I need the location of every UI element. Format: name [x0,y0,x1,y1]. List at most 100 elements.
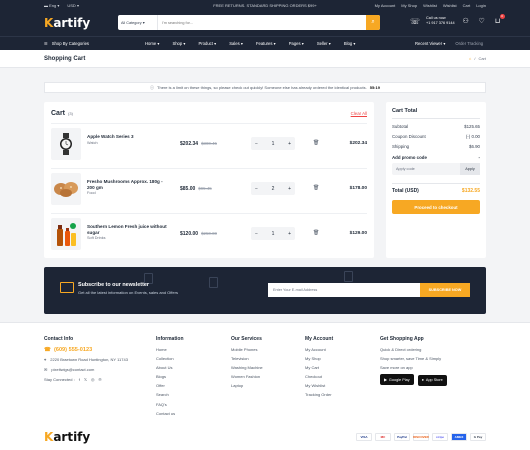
facebook-icon[interactable]: f [79,377,80,382]
nav-sales[interactable]: Sales ▾ [229,41,243,46]
nav-pages[interactable]: Pages ▾ [289,41,304,46]
checkout-button[interactable]: Proceed to checkout [392,200,480,214]
promo-code-input[interactable]: Apply code [392,163,460,175]
nav-product[interactable]: Product ▾ [198,41,216,46]
clear-all-link[interactable]: Clear All [351,111,367,116]
decrease-button[interactable]: − [255,186,258,192]
top-link-cart[interactable]: Cart [463,3,471,8]
search-input[interactable] [158,20,366,25]
envelope-icon [60,282,74,293]
product-image-mushrooms[interactable] [51,173,81,205]
user-icon[interactable]: ⚇ [461,16,471,26]
home-icon[interactable]: ⌂ [469,56,471,61]
stripe-icon: stripe [432,433,448,441]
top-link-shop[interactable]: My Shop [401,3,417,8]
increase-button[interactable]: + [288,231,291,237]
line-total: $178.00 [349,186,367,191]
total-line: Total (USD) $132.55 [392,183,480,194]
cart-heading: Cart (3) [51,110,73,117]
footer-link[interactable]: Offer [156,383,184,388]
logo[interactable]: Kartify [44,16,90,30]
nav-blog[interactable]: Blog ▾ [344,41,356,46]
cart-count: (3) [68,111,73,116]
shop-by-categories[interactable]: ☰ Shop By Categories [44,41,89,46]
cart-icon[interactable]: ⊔ 0 [493,14,505,26]
nav-features[interactable]: Features ▾ [256,41,276,46]
header: Kartify All Category ▾ ⌕ ☏ Call us now +… [0,10,530,36]
footer-link[interactable]: Contact us [156,411,184,416]
quantity-value[interactable]: 1 [272,231,275,237]
footer-link[interactable]: Search [156,392,184,397]
app-store-button[interactable]: ● App Store [417,374,447,386]
footer-link[interactable]: Blogs [156,374,184,379]
product-name[interactable]: Fresho Mushrooms Approx. 180g - 200 gm [87,179,163,190]
decrease-button[interactable]: − [255,141,258,147]
top-bar: ▬ Eng ▾ USD ▾ FREE RETURNS. STANDARD SHI… [0,0,530,10]
cart-total-title: Cart Total [392,108,480,119]
product-name[interactable]: Southern Lemon Fresh juice without sugar [87,224,167,235]
decrease-button[interactable]: − [255,231,258,237]
increase-button[interactable]: + [288,141,291,147]
nav-home[interactable]: Home ▾ [145,41,159,46]
footer-link[interactable]: My Cart [305,365,333,370]
apply-button[interactable]: Apply [460,163,480,175]
discover-icon: DISCOVER [413,433,429,441]
top-link-account[interactable]: My Account [375,3,396,8]
product-image-juice[interactable] [51,218,81,250]
quantity-stepper: − 1 + [251,137,295,150]
currency-selector[interactable]: USD ▾ [67,3,79,8]
newsletter-title: Subscribe to our newsletter [78,282,149,288]
email-field[interactable]: Enter Your E-mail Address [268,283,420,297]
quantity-value[interactable]: 2 [272,186,275,192]
heart-icon[interactable]: ♡ [477,16,487,26]
footer-link[interactable]: Checkout [305,374,333,379]
footer-link[interactable]: My Shop [305,356,333,361]
play-icon: ▶ [384,378,387,383]
product-category: Food [87,191,96,196]
old-price: $95.45 [198,186,212,191]
pinterest-icon[interactable]: ℗ [99,377,102,382]
contact-phone[interactable]: ☎ (609) 555-0123 [44,347,154,353]
location-icon: ⌖ [44,357,47,362]
instagram-icon[interactable]: ◎ [91,377,95,382]
order-tracking-link[interactable]: Order Tracking [455,41,483,46]
top-link-wishlist-2[interactable]: Wishlist [443,3,457,8]
footer-link[interactable]: Collection [156,356,184,361]
search-category-select[interactable]: All Category ▾ [118,15,158,30]
footer-link[interactable]: Washing Machine [231,365,263,370]
recent-viewer[interactable]: Recent Viewer ▾ [415,41,445,46]
trash-icon[interactable]: 🗑 [313,185,319,191]
footer-link[interactable]: Laptop [231,383,263,388]
subscribe-button[interactable]: SUBSCRIBE NOW [420,283,470,297]
footer-link[interactable]: FAQ's [156,402,184,407]
language-selector[interactable]: ▬ Eng ▾ [44,3,59,8]
footer-link[interactable]: Tracking Order [305,392,333,397]
footer-logo[interactable]: Kartify [44,430,90,444]
increase-button[interactable]: + [288,186,291,192]
product-name[interactable]: Apple Watch Series 3 [87,134,134,139]
call-info: Call us now +1 917 376 9144 [426,16,455,25]
top-link-wishlist[interactable]: Wishlist [423,3,437,8]
footer-link[interactable]: Home [156,347,184,352]
nav-shop[interactable]: Shop ▾ [172,41,185,46]
nav-seller[interactable]: Seller ▾ [317,41,331,46]
footer-link[interactable]: My Account [305,347,333,352]
contact-email[interactable]: pixeltwigs@contact.com [51,367,94,372]
footer-link[interactable]: My Wishlist [305,383,333,388]
trash-icon[interactable]: 🗑 [313,140,319,146]
footer-link[interactable]: Mobile Phones [231,347,263,352]
product-image-watch[interactable] [51,128,81,160]
google-play-button[interactable]: ▶ Google Play [380,374,414,386]
search-button[interactable]: ⌕ [366,15,380,30]
top-link-login[interactable]: Login [476,3,486,8]
footer-link[interactable]: Women Fashion [231,374,263,379]
footer-link[interactable]: Television [231,356,263,361]
app-column: Get Shopping App Quick & Direct ordering… [380,336,486,386]
countdown-timer: 55:19 [369,85,380,90]
mastercard-icon: MC [375,433,391,441]
footer-link[interactable]: About Us [156,365,184,370]
promo-code-toggle[interactable]: Add promo code - [392,155,480,160]
x-icon[interactable]: 𝕏 [84,377,87,382]
trash-icon[interactable]: 🗑 [313,230,319,236]
quantity-value[interactable]: 1 [272,141,275,147]
